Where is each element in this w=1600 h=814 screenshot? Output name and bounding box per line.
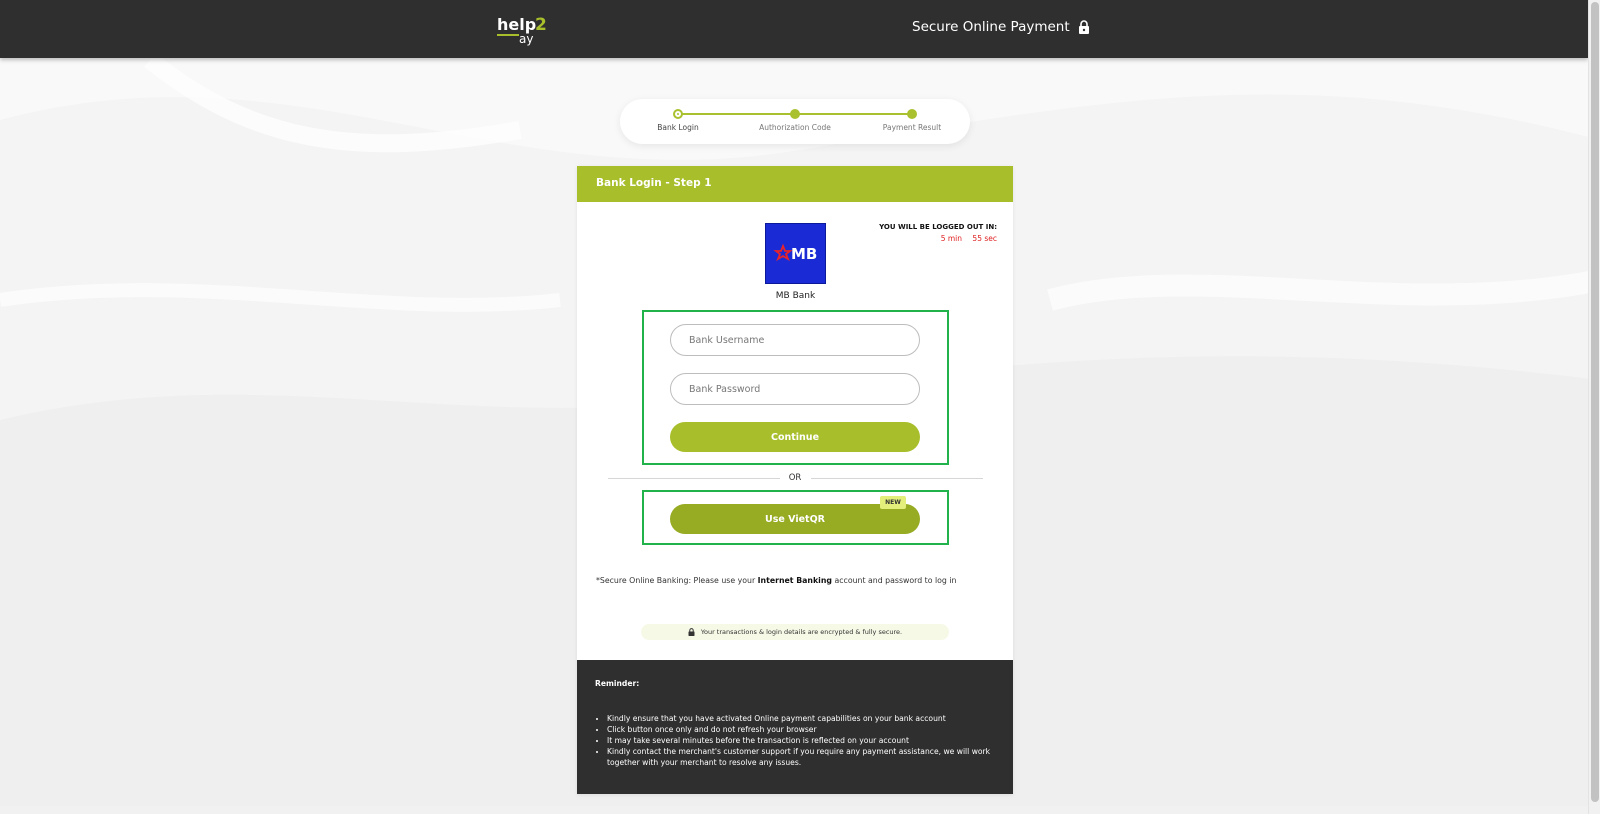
reminder-item: Kindly contact the merchant's customer s… bbox=[607, 746, 995, 768]
logout-timer-title: YOU WILL BE LOGGED OUT IN: bbox=[879, 223, 997, 231]
or-divider-left bbox=[608, 478, 780, 479]
bank-password-input[interactable] bbox=[670, 373, 920, 405]
secure-payment-label: Secure Online Payment bbox=[912, 19, 1090, 35]
step-label-bank-login: Bank Login bbox=[657, 123, 699, 132]
secure-note-bold: Internet Banking bbox=[757, 576, 832, 585]
small-lock-icon bbox=[688, 628, 695, 636]
encryption-notice-text: Your transactions & login details are en… bbox=[700, 628, 903, 636]
lock-icon bbox=[1078, 20, 1089, 34]
reminder-item: Kindly ensure that you have activated On… bbox=[607, 713, 995, 724]
top-bar: help 2 ay Secure Online Payment bbox=[0, 0, 1588, 58]
scrollbar-thumb[interactable] bbox=[1591, 2, 1599, 802]
reminder-list: Kindly ensure that you have activated On… bbox=[595, 713, 995, 768]
help2pay-logo[interactable]: help 2 ay bbox=[497, 12, 549, 46]
bank-login-card: Bank Login - Step 1 MB MB Bank YOU WILL … bbox=[577, 166, 1013, 794]
or-divider-text: OR bbox=[788, 473, 802, 483]
bank-name: MB Bank bbox=[775, 291, 816, 301]
svg-text:ay: ay bbox=[519, 32, 533, 46]
or-divider-right bbox=[811, 478, 983, 479]
bank-username-input[interactable] bbox=[670, 324, 920, 356]
reminder-item: It may take several minutes before the t… bbox=[607, 735, 995, 746]
bank-logo-text: MB bbox=[791, 245, 817, 263]
timer-minutes: 5 min bbox=[940, 234, 963, 243]
secure-note-prefix: *Secure Online Banking: Please use your bbox=[596, 576, 758, 585]
horizontal-scrollbar[interactable] bbox=[0, 806, 1588, 814]
svg-text:2: 2 bbox=[535, 15, 547, 35]
continue-button[interactable]: Continue bbox=[670, 422, 920, 452]
reminder-item: Click button once only and do not refres… bbox=[607, 724, 995, 735]
timer-seconds: 55 sec bbox=[972, 234, 997, 243]
step-dot-payment-result bbox=[907, 109, 917, 119]
card-title: Bank Login - Step 1 bbox=[596, 177, 712, 189]
secure-banking-note: *Secure Online Banking: Please use your … bbox=[596, 576, 1006, 585]
step-dot-bank-login bbox=[673, 109, 683, 119]
encryption-notice: Your transactions & login details are en… bbox=[641, 624, 949, 640]
progress-stepper: Bank Login Authorization Code Payment Re… bbox=[620, 99, 970, 144]
vertical-scrollbar[interactable] bbox=[1588, 0, 1600, 814]
bank-logo: MB bbox=[765, 223, 826, 284]
secure-note-suffix: account and password to log in bbox=[831, 576, 957, 585]
secure-payment-text: Secure Online Payment bbox=[912, 19, 1070, 35]
step-dot-authorization-code bbox=[790, 109, 800, 119]
new-badge: NEW bbox=[880, 496, 906, 509]
reminder-title: Reminder: bbox=[595, 679, 640, 688]
reminder-panel: Reminder: Kindly ensure that you have ac… bbox=[577, 660, 1013, 794]
logout-timer: 5 min 55 sec bbox=[857, 234, 997, 243]
step-label-payment-result: Payment Result bbox=[882, 123, 942, 132]
card-header: Bank Login - Step 1 bbox=[577, 166, 1013, 202]
step-label-authorization-code: Authorization Code bbox=[759, 123, 831, 132]
